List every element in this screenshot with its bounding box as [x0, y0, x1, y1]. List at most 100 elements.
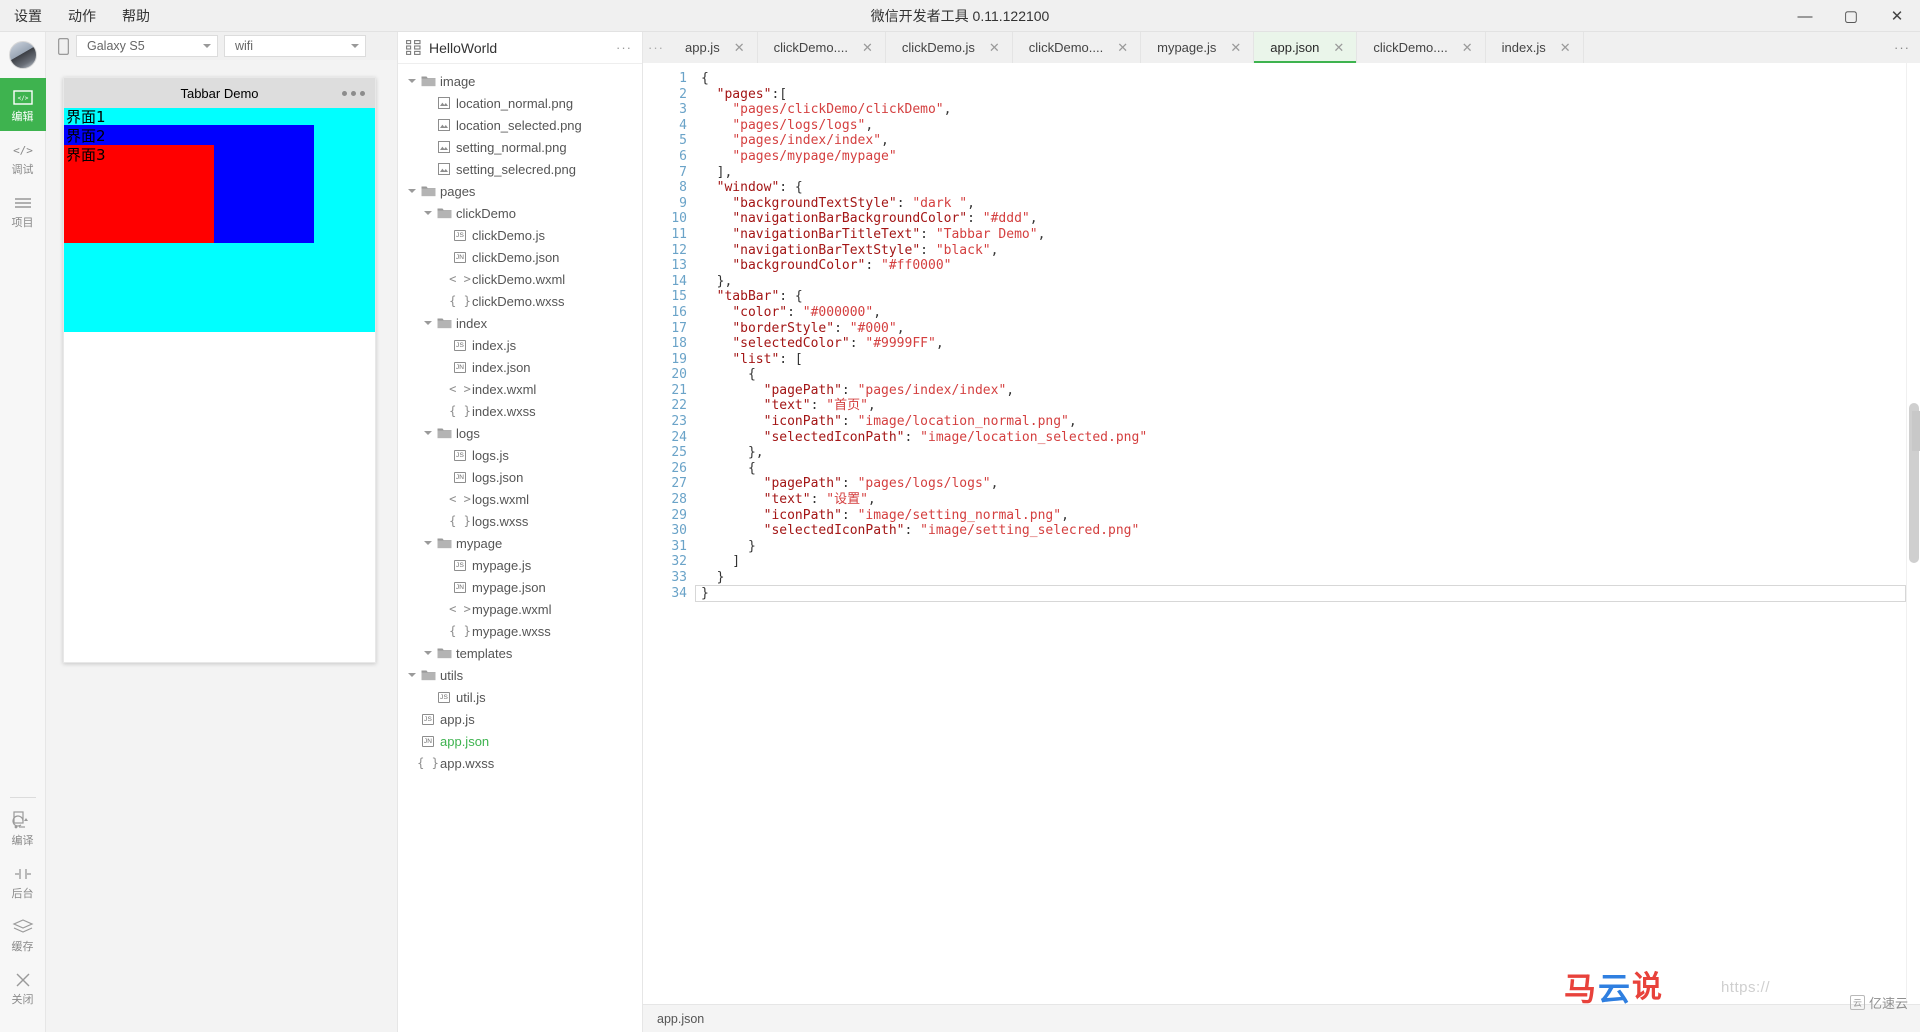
tree-file[interactable]: < > mypage.wxml — [398, 598, 642, 620]
minimap-marker[interactable] — [1912, 411, 1920, 451]
tree-file[interactable]: < > logs.wxml — [398, 488, 642, 510]
line-number: 1 — [679, 71, 687, 86]
code-line: { — [701, 367, 756, 383]
device-select[interactable]: Galaxy S5 — [76, 35, 218, 57]
vertical-scrollbar[interactable] — [1906, 63, 1920, 1004]
tree-file[interactable]: JS clickDemo.js — [398, 224, 642, 246]
editor-tab[interactable]: clickDemo.... ✕ — [1012, 32, 1142, 63]
tree-file[interactable]: < > index.wxml — [398, 378, 642, 400]
tree-twisty-icon[interactable] — [422, 211, 434, 215]
tree-file[interactable]: JS mypage.js — [398, 554, 642, 576]
tab-close-icon[interactable]: ✕ — [1230, 40, 1241, 56]
tree-twisty-icon[interactable] — [406, 79, 418, 83]
editor-tab[interactable]: clickDemo.... ✕ — [1357, 32, 1486, 63]
project-tree-icon — [406, 40, 421, 55]
editor-tab[interactable]: app.js ✕ — [669, 32, 758, 63]
tree-file[interactable]: { } index.wxss — [398, 400, 642, 422]
tree-file[interactable]: { } app.wxss — [398, 752, 642, 774]
tree-file[interactable]: setting_normal.png — [398, 136, 642, 158]
file-tree-more-icon[interactable]: ··· — [616, 40, 632, 55]
editor-tab[interactable]: clickDemo.... ✕ — [757, 32, 886, 63]
tree-file[interactable]: location_selected.png — [398, 114, 642, 136]
editor-tab[interactable]: mypage.js ✕ — [1141, 32, 1255, 63]
tree-folder[interactable]: image — [398, 70, 642, 92]
menu-item-help[interactable]: 帮助 — [122, 6, 150, 26]
tree-file[interactable]: location_normal.png — [398, 92, 642, 114]
line-number: 25 — [671, 445, 687, 461]
phone-simulator[interactable]: Tabbar Demo 界面1 界面2 界面3 — [63, 77, 376, 663]
tabs-overflow-right-icon[interactable]: ··· — [1894, 32, 1920, 63]
editor-tab[interactable]: app.json ✕ — [1254, 32, 1358, 63]
project-name: HelloWorld — [429, 39, 498, 56]
phone-menu-dots-icon[interactable] — [342, 90, 365, 96]
tree-file[interactable]: JS util.js — [398, 686, 642, 708]
tree-folder[interactable]: logs — [398, 422, 642, 444]
rail-item-project[interactable]: 项目 — [0, 184, 46, 237]
tree-node-label: app.json — [440, 733, 490, 749]
maximize-button[interactable]: ▢ — [1828, 0, 1874, 32]
minimize-button[interactable]: — — [1782, 0, 1828, 32]
tree-file[interactable]: JS logs.js — [398, 444, 642, 466]
tree-twisty-icon[interactable] — [422, 651, 434, 655]
rail-item-edit[interactable]: </> 编辑 — [0, 78, 46, 131]
tab-close-icon[interactable]: ✕ — [1333, 40, 1344, 56]
tree-twisty-icon[interactable] — [422, 321, 434, 325]
code-line: "pages/index/index", — [732, 133, 889, 149]
avatar-container[interactable] — [0, 32, 46, 78]
app-body: </> 编辑 </> 调试 项目 编译 后台 缓存 关闭 Galaxy S5 w… — [0, 32, 1920, 1032]
tree-folder[interactable]: mypage — [398, 532, 642, 554]
js-file-icon: JS — [454, 559, 466, 571]
tree-folder[interactable]: clickDemo — [398, 202, 642, 224]
tree-folder[interactable]: utils — [398, 664, 642, 686]
rail-item-compile[interactable]: 编译 — [0, 802, 46, 855]
tree-file[interactable]: { } mypage.wxss — [398, 620, 642, 642]
phone-screen[interactable]: 界面1 界面2 界面3 — [64, 108, 375, 332]
tree-folder[interactable]: templates — [398, 642, 642, 664]
tabs-overflow-left-icon[interactable]: ··· — [643, 32, 669, 63]
tree-file[interactable]: { } clickDemo.wxss — [398, 290, 642, 312]
tree-file[interactable]: < > clickDemo.wxml — [398, 268, 642, 290]
tree-twisty-icon[interactable] — [422, 541, 434, 545]
tree-twisty-icon[interactable] — [422, 431, 434, 435]
tree-folder[interactable]: pages — [398, 180, 642, 202]
tree-folder[interactable]: index — [398, 312, 642, 334]
tree-file[interactable]: JN index.json — [398, 356, 642, 378]
tree-file[interactable]: JN app.json — [398, 730, 642, 752]
editor-tab-bar[interactable]: ··· app.js ✕ clickDemo.... ✕ clickDemo.js ✕ cl… — [643, 32, 1920, 63]
tree-file[interactable]: JS app.js — [398, 708, 642, 730]
tree-file[interactable]: JN mypage.json — [398, 576, 642, 598]
rail-item-background[interactable]: 后台 — [0, 855, 46, 908]
rail-divider — [9, 797, 36, 798]
file-tree[interactable]: image location_normal.png location_selecte… — [398, 64, 642, 1032]
phone-icon — [50, 37, 76, 55]
tree-file[interactable]: JS index.js — [398, 334, 642, 356]
editor-tab[interactable]: clickDemo.js ✕ — [885, 32, 1013, 63]
rail-item-debug[interactable]: </> 调试 — [0, 131, 46, 184]
code-editor[interactable]: 1 2 3 4 5 6 7 8 9 10 11 12 13 14 15 16 17 18 19 20 21 22 23 24 2… — [643, 63, 1920, 1004]
network-select[interactable]: wifi — [224, 35, 366, 57]
tree-twisty-icon[interactable] — [406, 189, 418, 193]
tab-close-icon[interactable]: ✕ — [734, 40, 745, 56]
rail-item-cache[interactable]: 缓存 — [0, 908, 46, 961]
tree-node-label: mypage.json — [472, 579, 546, 595]
code-line: "pagePath": "pages/logs/logs", — [763, 476, 999, 492]
rail-item-close[interactable]: 关闭 — [0, 961, 46, 1014]
menu-item-actions[interactable]: 动作 — [68, 6, 96, 26]
tree-file[interactable]: JN logs.json — [398, 466, 642, 488]
close-button[interactable]: ✕ — [1874, 0, 1920, 32]
tab-close-icon[interactable]: ✕ — [1560, 40, 1571, 56]
tree-twisty-icon[interactable] — [406, 673, 418, 677]
code-content[interactable]: { "pages":[ "pages/clickDemo/clickDemo",… — [695, 63, 1920, 1004]
menu-item-settings[interactable]: 设置 — [14, 6, 42, 26]
tree-file[interactable]: JN clickDemo.json — [398, 246, 642, 268]
editor-tab[interactable]: index.js ✕ — [1485, 32, 1584, 63]
tab-close-icon[interactable]: ✕ — [1462, 40, 1473, 56]
tab-close-icon[interactable]: ✕ — [1117, 40, 1128, 56]
tab-close-icon[interactable]: ✕ — [862, 40, 873, 56]
line-number: 31 — [671, 538, 687, 554]
tree-node-label: pages — [440, 183, 476, 199]
line-number: 5 — [679, 133, 687, 149]
tree-file[interactable]: setting_selecred.png — [398, 158, 642, 180]
tab-close-icon[interactable]: ✕ — [989, 40, 1000, 56]
tree-file[interactable]: { } logs.wxss — [398, 510, 642, 532]
